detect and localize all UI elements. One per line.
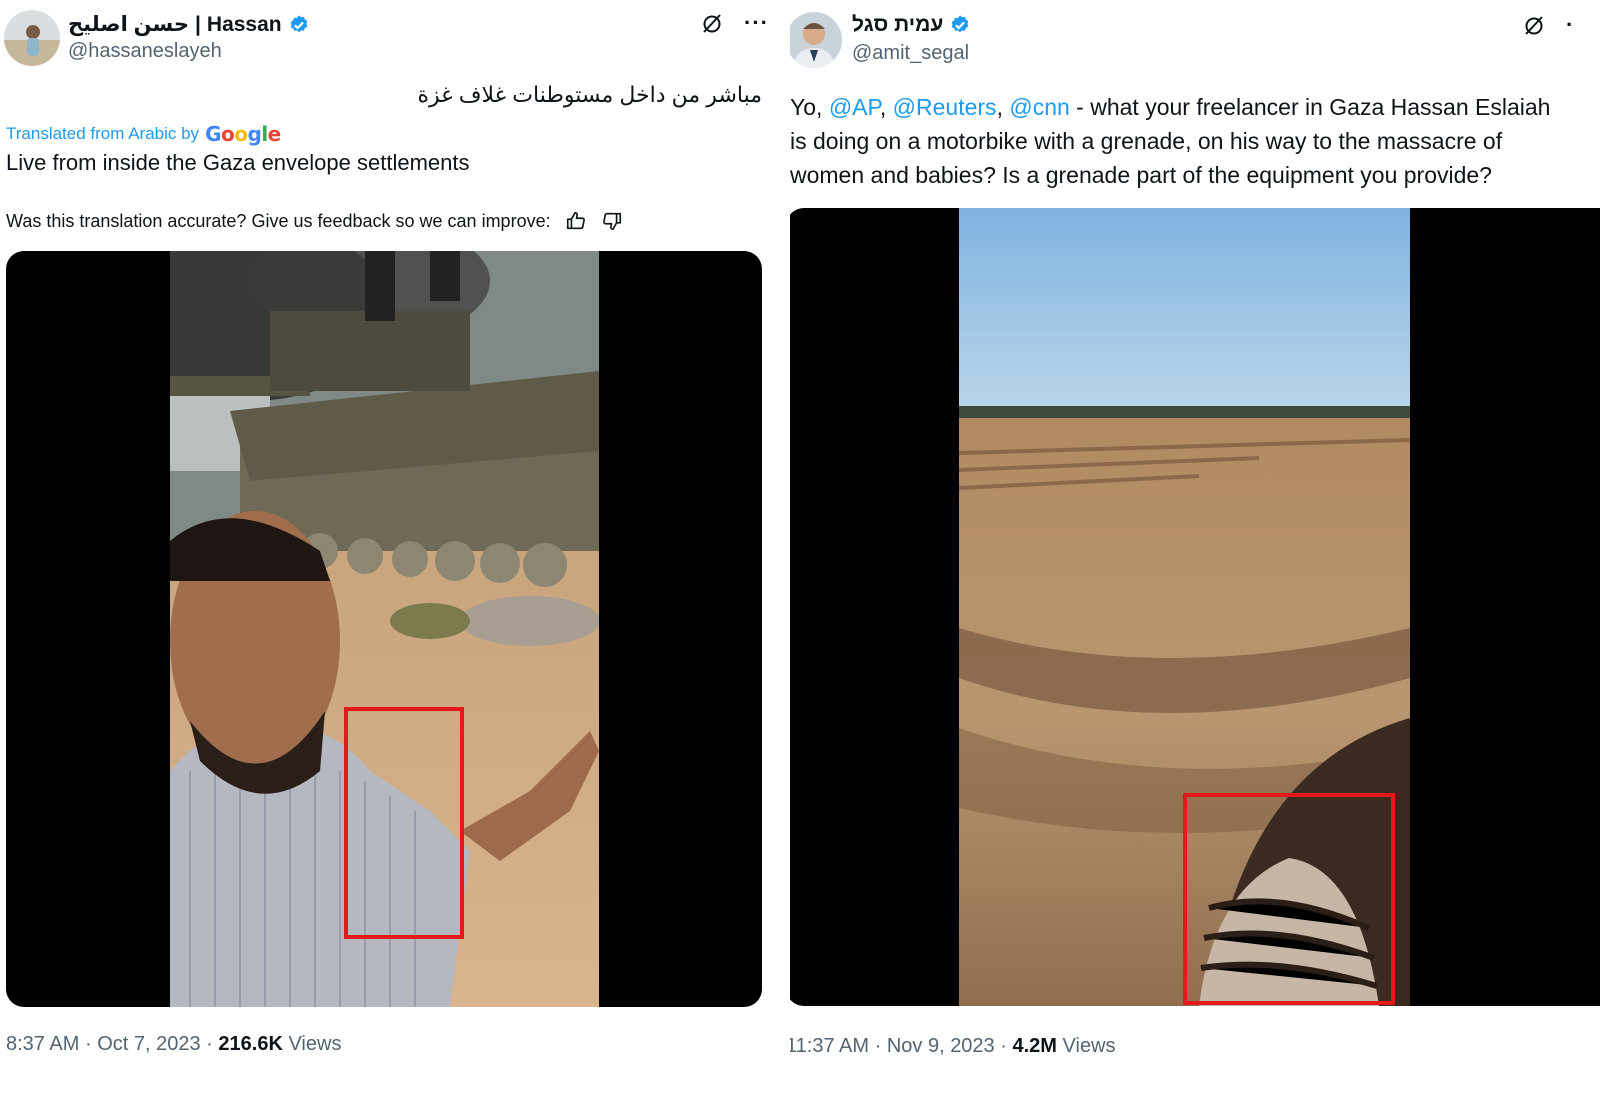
views-label: Views bbox=[288, 1033, 342, 1055]
tweet-date[interactable]: Oct 7, 2023 bbox=[97, 1033, 200, 1055]
tweet-text-segment: - what your freelancer in Gaza Hassan Es… bbox=[1069, 94, 1551, 120]
tweet-date[interactable]: Nov 9, 2023 bbox=[887, 1035, 995, 1057]
tweet-text-segment: women and babies? Is a grenade part of t… bbox=[790, 162, 1492, 188]
tweet-text-segment: Yo, bbox=[790, 94, 829, 120]
display-name-row[interactable]: עמית סגל bbox=[852, 13, 971, 37]
verified-badge-icon bbox=[290, 14, 307, 32]
tweet-text-segment: , bbox=[996, 94, 1010, 120]
more-icon[interactable]: ··· bbox=[744, 10, 769, 36]
handle[interactable]: @amit_segal bbox=[852, 42, 969, 65]
tweet-amit-segal: עמית סגל @amit_segal · Yo, @AP, @Reuters… bbox=[790, 0, 1600, 1094]
name-separator: | bbox=[195, 12, 201, 36]
display-name-arabic: حسن اصليح bbox=[68, 13, 190, 36]
meta-separator: · bbox=[206, 1033, 213, 1055]
thumbs-down-icon[interactable] bbox=[601, 210, 623, 232]
verified-badge-icon bbox=[952, 15, 969, 33]
tweet-text-segment: , bbox=[879, 94, 893, 120]
meta-separator: · bbox=[1000, 1035, 1007, 1057]
handle[interactable]: @hassaneslayeh bbox=[68, 40, 222, 63]
tweet-text-original: مباشر من داخل مستوطنات غلاف غزة bbox=[417, 82, 762, 107]
display-name: עמית סגל bbox=[852, 13, 944, 36]
tweet-hassan: حسن اصليح | Hassan @hassaneslayeh ··· مب… bbox=[0, 0, 780, 1094]
grok-icon[interactable] bbox=[1522, 13, 1546, 37]
video-player[interactable] bbox=[6, 251, 762, 1007]
views-count: 4.2M bbox=[1012, 1035, 1057, 1057]
more-icon[interactable]: · bbox=[1566, 12, 1573, 38]
tweet-time[interactable]: 11:37 AM bbox=[790, 1035, 869, 1057]
tweet-text-line: Yo, @AP, @Reuters, @cnn - what your free… bbox=[790, 90, 1590, 124]
feedback-prompt: Was this translation accurate? Give us f… bbox=[6, 210, 551, 231]
mention-link[interactable]: @AP bbox=[829, 94, 880, 120]
meta-separator: · bbox=[874, 1035, 882, 1057]
avatar[interactable] bbox=[4, 10, 60, 66]
grok-icon[interactable] bbox=[700, 11, 724, 35]
tweet-meta: 8:37 AM · Oct 7, 2023 · 216.6K Views bbox=[6, 1033, 341, 1056]
tweet-text: Yo, @AP, @Reuters, @cnn - what your free… bbox=[790, 90, 1590, 192]
google-logo: Google bbox=[205, 122, 281, 146]
views-label: Views bbox=[1062, 1035, 1116, 1057]
tweet-time[interactable]: 8:37 AM bbox=[6, 1033, 79, 1055]
display-name: Hassan bbox=[206, 12, 282, 36]
display-name-row[interactable]: حسن اصليح | Hassan bbox=[68, 12, 310, 37]
translation-feedback: Was this translation accurate? Give us f… bbox=[6, 210, 623, 232]
tweet-meta: 11:37 AM · Nov 9, 2023 · 4.2M Views bbox=[790, 1035, 1116, 1058]
translation-attribution[interactable]: Translated from Arabic by Google bbox=[6, 122, 281, 146]
avatar[interactable] bbox=[790, 12, 842, 68]
thumbs-up-icon[interactable] bbox=[565, 210, 587, 232]
highlight-box bbox=[344, 707, 464, 939]
video-player[interactable] bbox=[790, 208, 1600, 1006]
mention-link[interactable]: @Reuters bbox=[893, 94, 997, 120]
tweet-text-line: is doing on a motorbike with a grenade, … bbox=[790, 124, 1590, 158]
meta-separator: · bbox=[84, 1033, 92, 1055]
tweet-text-line: women and babies? Is a grenade part of t… bbox=[790, 158, 1590, 192]
tweet-text-translation: Live from inside the Gaza envelope settl… bbox=[6, 150, 470, 175]
views-count: 216.6K bbox=[218, 1033, 283, 1055]
translated-label: Translated from Arabic by bbox=[6, 124, 200, 143]
mention-link[interactable]: @cnn bbox=[1009, 94, 1069, 120]
highlight-box bbox=[1183, 793, 1395, 1005]
tweet-text-segment: is doing on a motorbike with a grenade, … bbox=[790, 128, 1503, 154]
